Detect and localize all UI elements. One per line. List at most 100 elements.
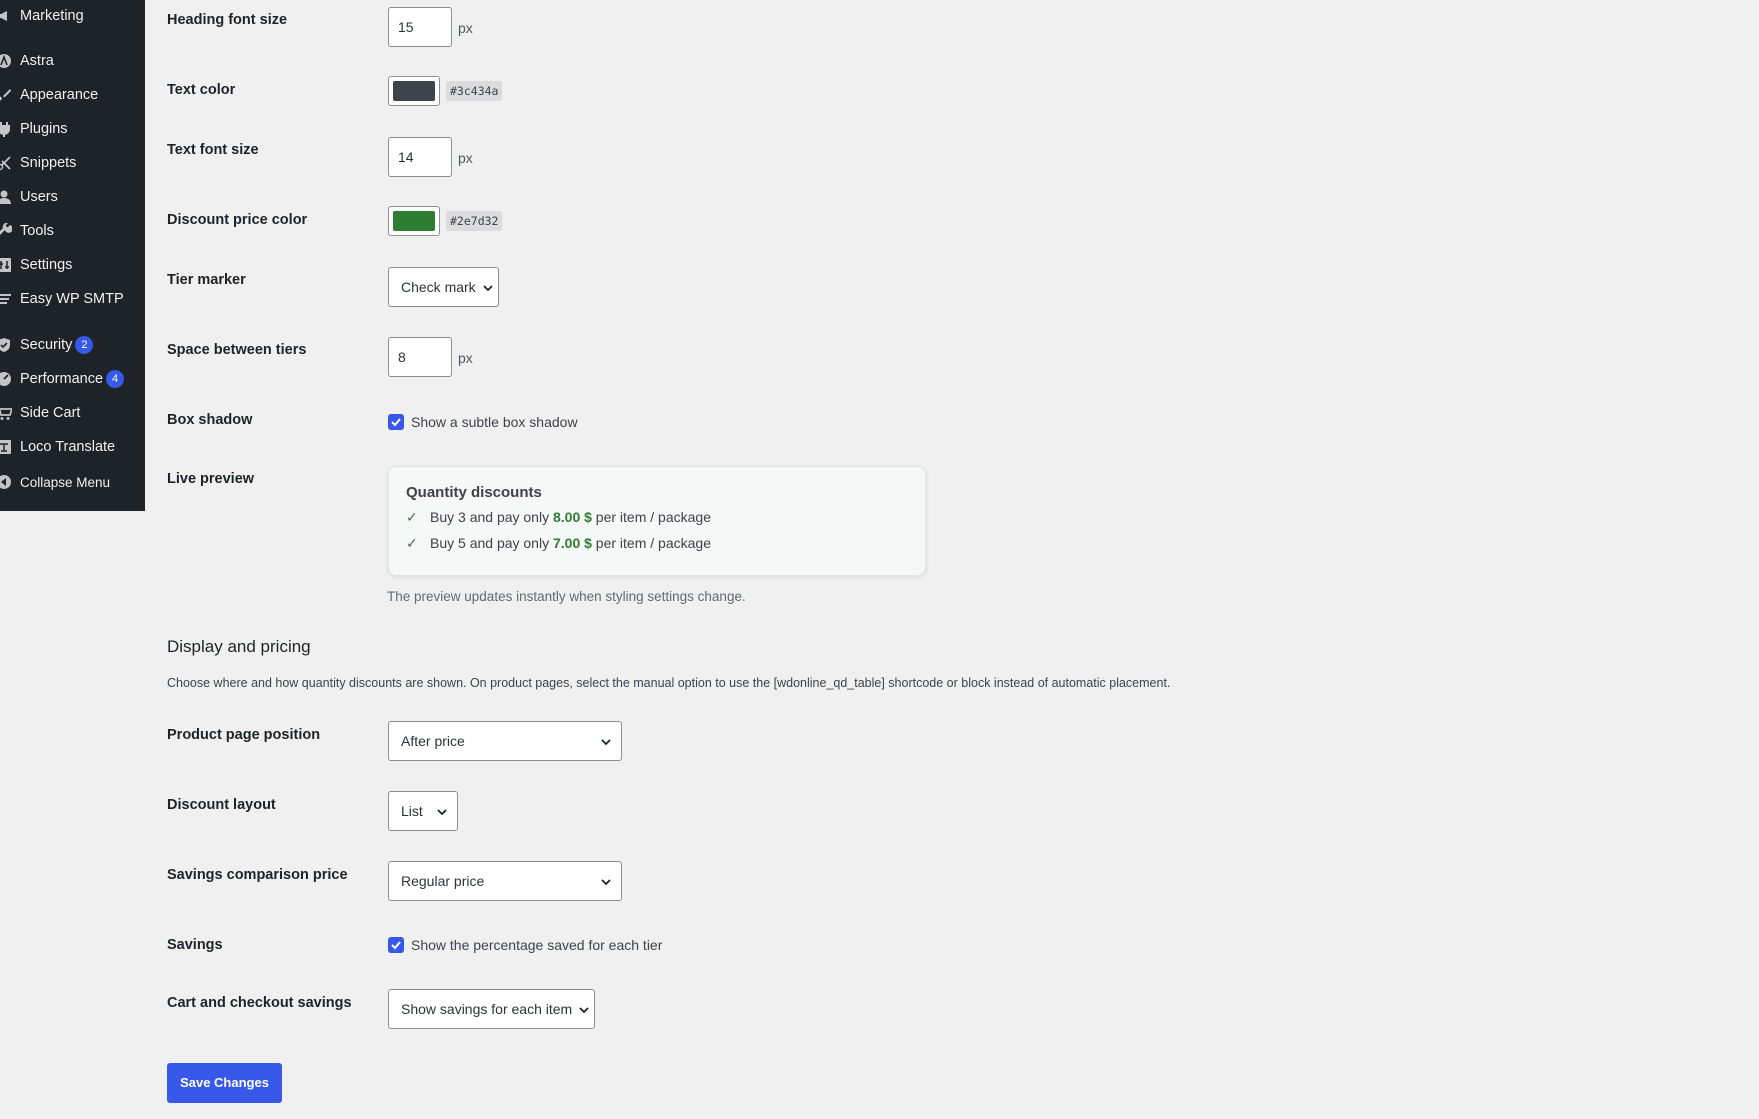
chevron-down-icon	[601, 739, 611, 746]
live-preview-box: Quantity discounts ✓ Buy 3 and pay only 8…	[388, 466, 926, 576]
admin-sidebar: Marketing Astra Appearance Plugins Snipp…	[0, 0, 145, 511]
chevron-down-icon	[601, 879, 611, 886]
sidebar-item-label: Marketing	[20, 8, 84, 24]
select-value: After price	[401, 733, 465, 749]
user-icon	[0, 189, 12, 205]
check-mark-icon: ✓	[406, 535, 418, 551]
sidebar-item-label: Astra	[20, 53, 54, 69]
sidebar-item-label: Easy WP SMTP	[20, 291, 124, 307]
box-shadow-checkbox[interactable]	[388, 414, 404, 430]
tier-price: 7.00 $	[552, 535, 592, 551]
cart-checkout-savings-label: Cart and checkout savings	[167, 995, 352, 1011]
chevron-down-icon	[437, 809, 447, 816]
sidebar-item-security[interactable]: Security 2	[0, 328, 145, 362]
chevron-down-icon	[483, 285, 493, 292]
savings-comparison-price-label: Savings comparison price	[167, 867, 348, 883]
text-font-size-input[interactable]: 14	[388, 137, 452, 177]
cart-checkout-savings-select[interactable]: Show savings for each item	[388, 989, 595, 1029]
tier-prefix: Buy 5 and pay only	[430, 535, 553, 551]
megaphone-icon	[0, 8, 12, 24]
sidebar-item-users[interactable]: Users	[0, 180, 145, 214]
sidebar-item-label: Tools	[20, 223, 54, 239]
section-title: Display and pricing	[167, 637, 311, 656]
box-shadow-label: Box shadow	[167, 412, 253, 428]
select-value: Check mark	[401, 279, 476, 295]
tier-suffix: per item / package	[591, 509, 711, 525]
section-description: Choose where and how quantity discounts …	[167, 676, 1171, 690]
color-swatch	[393, 211, 435, 231]
sidebar-item-label: Loco Translate	[20, 439, 116, 455]
sidebar-item-collapse-menu[interactable]: Collapse Menu	[0, 465, 145, 499]
gauge-icon	[0, 371, 12, 387]
sidebar-item-appearance[interactable]: Appearance	[0, 78, 145, 112]
unit-label: px	[458, 150, 473, 166]
sidebar-item-label: Security	[20, 337, 73, 353]
text-color-picker[interactable]	[388, 76, 440, 106]
wrench-icon	[0, 223, 12, 239]
preview-tier: ✓ Buy 5 and pay only 7.00 $ per item / pa…	[406, 535, 711, 552]
product-page-position-select[interactable]: After price	[388, 721, 622, 761]
notification-badge: 2	[75, 336, 94, 354]
tier-price: 8.00 $	[552, 509, 592, 525]
settings-icon	[0, 257, 12, 273]
scissors-icon	[0, 155, 12, 171]
space-between-tiers-input[interactable]: 8	[388, 337, 452, 377]
sidebar-item-tools[interactable]: Tools	[0, 214, 145, 248]
discount-price-color-picker[interactable]	[388, 206, 440, 236]
preview-title: Quantity discounts	[406, 484, 542, 501]
notification-badge: 4	[106, 370, 125, 388]
tier-marker-select[interactable]: Check mark	[388, 267, 499, 307]
sidebar-item-marketing[interactable]: Marketing	[0, 0, 145, 33]
box-shadow-checkbox-label[interactable]: Show a subtle box shadow	[411, 414, 578, 430]
discount-price-color-hex: #2e7d32	[446, 211, 503, 231]
plugin-icon	[0, 121, 12, 137]
discount-layout-label: Discount layout	[167, 797, 276, 813]
heading-font-size-label: Heading font size	[167, 12, 288, 28]
sidebar-item-label: Performance	[20, 371, 104, 387]
tier-marker-label: Tier marker	[167, 272, 246, 288]
heading-font-size-input[interactable]: 15	[388, 7, 452, 47]
cart-icon	[0, 405, 12, 421]
save-changes-button[interactable]: Save Changes	[167, 1063, 282, 1103]
discount-price-color-label: Discount price color	[167, 212, 308, 228]
discount-layout-select[interactable]: List	[388, 791, 458, 831]
tier-suffix: per item / package	[591, 535, 711, 551]
color-swatch	[393, 81, 435, 101]
check-icon	[391, 418, 401, 427]
select-value: List	[401, 803, 423, 819]
savings-checkbox[interactable]	[388, 937, 404, 953]
select-value: Show savings for each item	[401, 1001, 573, 1017]
sidebar-item-side-cart[interactable]: Side Cart	[0, 396, 145, 430]
live-preview-label: Live preview	[167, 471, 255, 487]
space-between-tiers-label: Space between tiers	[167, 342, 307, 358]
sidebar-item-easy-wp-smtp[interactable]: Easy WP SMTP	[0, 282, 145, 316]
sidebar-item-label: Plugins	[20, 121, 68, 137]
savings-checkbox-label[interactable]: Show the percentage saved for each tier	[411, 937, 662, 953]
product-page-position-label: Product page position	[167, 727, 321, 743]
chevron-down-icon	[579, 1007, 589, 1014]
translate-icon	[0, 439, 12, 455]
text-color-hex: #3c434a	[446, 81, 503, 101]
select-value: Regular price	[401, 873, 485, 889]
sidebar-item-performance[interactable]: Performance 4	[0, 362, 145, 396]
sidebar-item-label: Settings	[20, 257, 73, 273]
preview-hint: The preview updates instantly when styli…	[387, 589, 746, 604]
tier-prefix: Buy 3 and pay only	[430, 509, 553, 525]
text-color-label: Text color	[167, 82, 236, 98]
collapse-icon	[0, 474, 12, 490]
astra-icon	[0, 53, 12, 69]
preview-tier: ✓ Buy 3 and pay only 8.00 $ per item / pa…	[406, 509, 711, 526]
savings-label: Savings	[167, 937, 223, 953]
sidebar-item-settings[interactable]: Settings	[0, 248, 145, 282]
sidebar-item-label: Side Cart	[20, 405, 81, 421]
sidebar-item-loco-translate[interactable]: Loco Translate	[0, 430, 145, 464]
sidebar-item-astra[interactable]: Astra	[0, 44, 145, 78]
sidebar-item-snippets[interactable]: Snippets	[0, 146, 145, 180]
shield-icon	[0, 337, 12, 353]
sidebar-item-label: Collapse Menu	[20, 474, 111, 490]
savings-comparison-price-select[interactable]: Regular price	[388, 861, 622, 901]
sidebar-item-label: Appearance	[20, 87, 99, 103]
check-icon	[391, 941, 401, 950]
paintbrush-icon	[0, 87, 12, 103]
sidebar-item-plugins[interactable]: Plugins	[0, 112, 145, 146]
